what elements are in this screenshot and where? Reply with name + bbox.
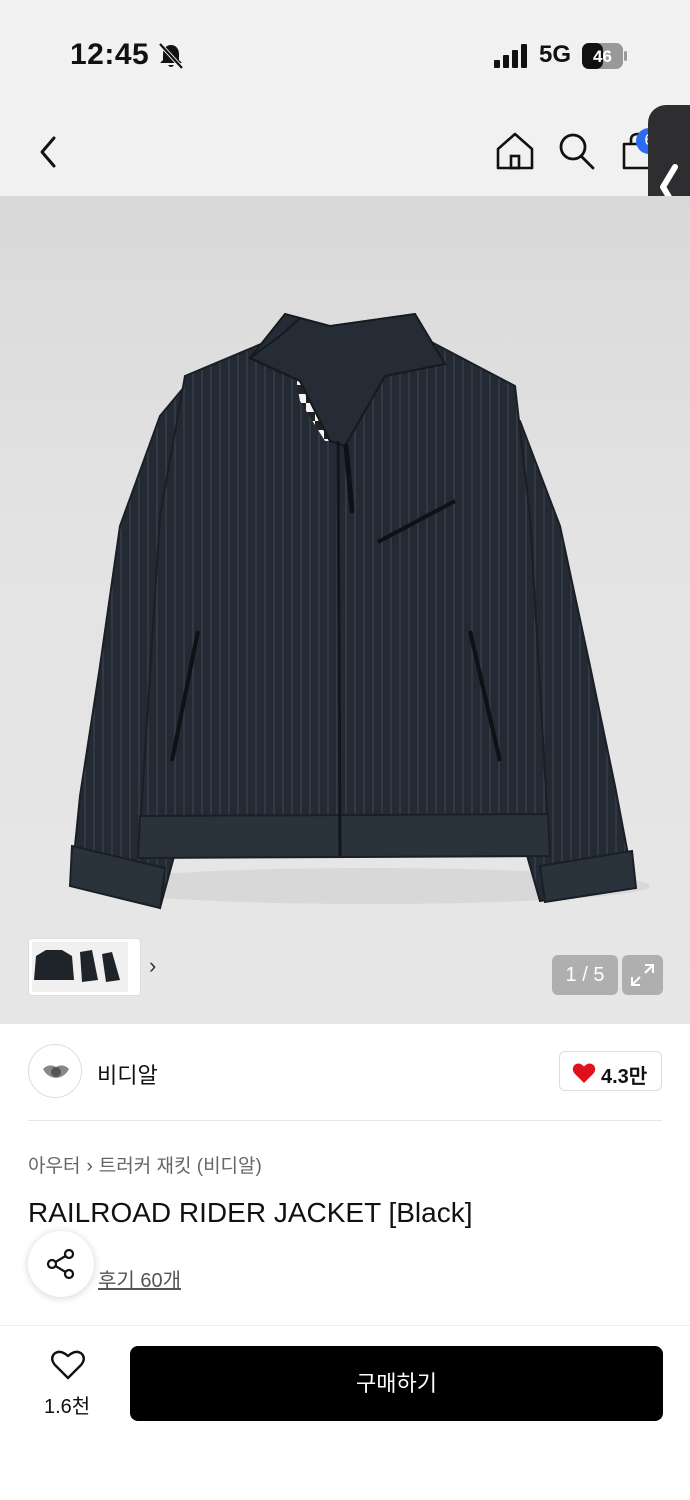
share-button[interactable] (28, 1231, 94, 1297)
network-label: 5G (539, 41, 572, 68)
heart-filled-icon (572, 1063, 596, 1083)
product-title: RAILROAD RIDER JACKET [Black] (28, 1197, 473, 1228)
status-bar: 12:45 5G 46 (0, 0, 690, 100)
wish-count: 1.6천 (44, 1396, 91, 1418)
share-icon (46, 1248, 75, 1280)
thumbnail-images (32, 942, 128, 992)
brand-row[interactable]: 비디알 4.3만 (0, 1024, 690, 1121)
expand-icon (631, 964, 654, 986)
brand-like-button[interactable]: 4.3만 (559, 1051, 662, 1091)
image-pager: 1 / 5 (552, 955, 618, 995)
top-nav-bar (0, 100, 690, 196)
chevron-right-icon[interactable]: › (149, 953, 156, 979)
signal-icon (494, 44, 527, 68)
heart-outline-icon[interactable] (50, 1349, 86, 1381)
buy-button[interactable]: 구매하기 (130, 1346, 663, 1421)
product-image: YDR (68, 312, 650, 910)
bell-off-icon (158, 42, 184, 70)
product-image-gallery[interactable]: YDR (0, 196, 690, 1024)
brand-logo-image (43, 1065, 69, 1078)
thumbnail-strip[interactable]: › (28, 938, 156, 996)
brand-name[interactable]: 비디알 (97, 1058, 158, 1090)
battery-icon: 46 (582, 43, 627, 69)
chevron-right-icon: › (86, 1156, 93, 1177)
brand-like-count: 4.3만 (601, 1066, 648, 1088)
expand-button[interactable] (622, 955, 663, 995)
status-time: 12:45 (70, 38, 150, 71)
battery-level: 46 (593, 47, 612, 66)
breadcrumb-category[interactable]: 아우터 (28, 1156, 80, 1177)
search-icon[interactable] (556, 130, 596, 172)
reviews-link[interactable]: 후기 60개 (98, 1264, 181, 1293)
breadcrumb: 아우터 › 트러커 재킷 (비디알) (28, 1151, 262, 1178)
back-chevron-icon[interactable] (28, 128, 68, 176)
home-icon[interactable] (494, 130, 536, 172)
divider (28, 1120, 662, 1121)
breadcrumb-subcategory[interactable]: 트러커 재킷 (비디알) (99, 1156, 262, 1177)
brand-logo[interactable] (28, 1044, 82, 1098)
